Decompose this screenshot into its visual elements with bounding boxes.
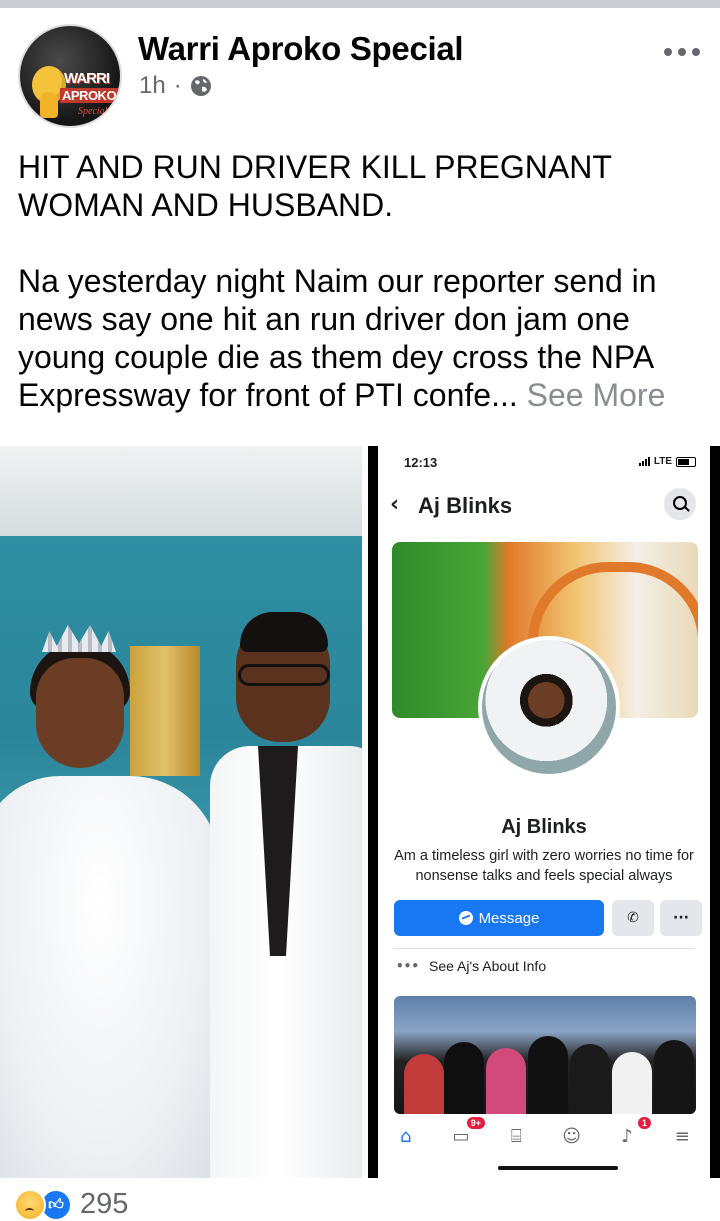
profile-bio: Am a timeless girl with zero worries no … — [394, 848, 694, 884]
message-button[interactable]: Message — [394, 900, 604, 936]
profile-screenshot[interactable]: 12:13 LTE ‹ Aj Blinks Aj Blinks Am a tim… — [368, 446, 720, 1178]
photos-preview[interactable] — [394, 996, 696, 1114]
top-divider — [0, 0, 720, 8]
tiara — [42, 625, 116, 652]
dots-icon: ••• — [396, 959, 420, 973]
post-time[interactable]: 1h — [139, 72, 166, 100]
globe-icon — [190, 76, 211, 96]
notification-badge: 9+ — [466, 1117, 485, 1129]
profile-screen: 12:13 LTE ‹ Aj Blinks Aj Blinks Am a tim… — [378, 446, 710, 1178]
groom-hair — [240, 612, 328, 652]
more-icon: ··· — [673, 910, 689, 926]
message-label: Message — [478, 909, 540, 927]
watch-icon[interactable]: ▭ 9+ — [449, 1117, 485, 1147]
bottom-nav: ⌂ ▭ 9+ ⌸ ☺ ♪ 1 ≡ — [378, 1117, 710, 1154]
home-icon[interactable]: ⌂ — [394, 1125, 418, 1147]
status-indicators: LTE — [638, 456, 696, 467]
profile-header-title: Aj Blinks — [418, 493, 513, 518]
back-icon[interactable]: ‹ — [390, 492, 399, 517]
signal-icon — [638, 457, 650, 466]
avatar-logo-text: WARRI — [64, 70, 110, 87]
author-name[interactable]: Warri Aproko Special — [138, 30, 464, 68]
alerts-badge: 1 — [637, 1117, 651, 1129]
post-text: HIT AND RUN DRIVER KILL PREGNANT WOMAN A… — [18, 148, 710, 414]
post-images[interactable]: 12:13 LTE ‹ Aj Blinks Aj Blinks Am a tim… — [0, 444, 720, 1184]
status-time: 12:13 — [404, 455, 438, 470]
glasses — [238, 664, 330, 686]
post-meta: 1h · — [139, 72, 212, 100]
menu-icon[interactable]: ≡ — [670, 1125, 694, 1147]
battery-icon — [676, 456, 696, 467]
see-more-link[interactable]: See More — [527, 377, 666, 413]
wedding-photo[interactable] — [0, 446, 362, 1178]
bride-dress — [0, 776, 220, 1178]
about-info-link[interactable]: ••• See Aj's About Info — [396, 958, 546, 974]
marketplace-icon[interactable]: ⌸ — [504, 1125, 528, 1147]
more-options-icon[interactable] — [664, 48, 700, 56]
hands-graphic — [40, 92, 58, 118]
bell-icon[interactable]: ♪ 1 — [615, 1117, 651, 1147]
avatar-logo-text: APROKO — [60, 88, 119, 103]
divider — [394, 948, 694, 949]
search-icon[interactable] — [664, 488, 696, 520]
post-title: HIT AND RUN DRIVER KILL PREGNANT WOMAN A… — [18, 149, 621, 223]
window — [130, 646, 200, 776]
call-button[interactable]: ✆ — [612, 900, 654, 936]
messenger-icon — [458, 911, 473, 925]
reaction-count: 295 — [80, 1188, 129, 1220]
profile-header: ‹ Aj Blinks — [378, 486, 710, 526]
avatar-logo-text: Special — [78, 106, 108, 117]
page-avatar[interactable]: WARRI APROKO Special — [18, 24, 122, 128]
status-bar: 12:13 LTE — [378, 446, 710, 480]
reactions-summary[interactable]: 👍︎ 295 — [14, 1188, 128, 1221]
meta-separator: · — [173, 72, 182, 99]
sad-reaction-icon — [14, 1188, 46, 1221]
profile-name: Aj Blinks — [501, 816, 587, 838]
ceiling — [0, 446, 362, 536]
profile-icon[interactable]: ☺ — [560, 1125, 584, 1147]
profile-more-button[interactable]: ··· — [660, 900, 702, 936]
phone-icon: ✆ — [627, 910, 639, 926]
profile-picture[interactable] — [478, 636, 620, 778]
bride-face — [36, 658, 124, 768]
network-label: LTE — [653, 456, 672, 467]
about-label: See Aj's About Info — [429, 958, 547, 974]
home-indicator — [498, 1166, 618, 1170]
